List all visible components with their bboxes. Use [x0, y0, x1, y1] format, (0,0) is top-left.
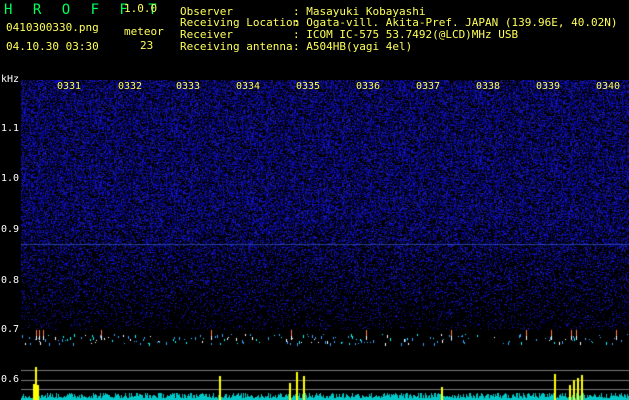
- time-tick: 0336: [356, 81, 381, 92]
- time-tick: 0337: [416, 81, 441, 92]
- y-tick: 0.6: [1, 374, 20, 385]
- antenna-value: : A504HB(yagi 4el): [293, 40, 413, 53]
- file-datetime: 04.10.30 03:30: [6, 40, 99, 53]
- y-tick: 0.8: [1, 275, 20, 286]
- antenna-label: Receiving antenna: [180, 40, 293, 53]
- app-version: 1.0.0: [124, 2, 158, 15]
- time-tick: 0335: [296, 81, 321, 92]
- time-tick: 0333: [176, 81, 201, 92]
- meteor-label: meteor: [124, 25, 164, 38]
- file-name: 0410300330.png: [6, 21, 99, 34]
- time-tick: 0332: [118, 81, 143, 92]
- y-tick: 0.7: [1, 324, 20, 335]
- spectrogram: [21, 80, 629, 400]
- y-tick: 1.1: [1, 123, 20, 134]
- time-tick: 0339: [536, 81, 561, 92]
- y-tick: 1.0: [1, 173, 20, 184]
- y-tick: 0.9: [1, 224, 20, 235]
- time-tick: 0334: [236, 81, 261, 92]
- time-tick: 0331: [57, 81, 82, 92]
- axis-unit: kHz: [1, 74, 20, 85]
- meteor-count: 23: [140, 39, 154, 52]
- time-tick: 0340: [596, 81, 621, 92]
- time-tick: 0338: [476, 81, 501, 92]
